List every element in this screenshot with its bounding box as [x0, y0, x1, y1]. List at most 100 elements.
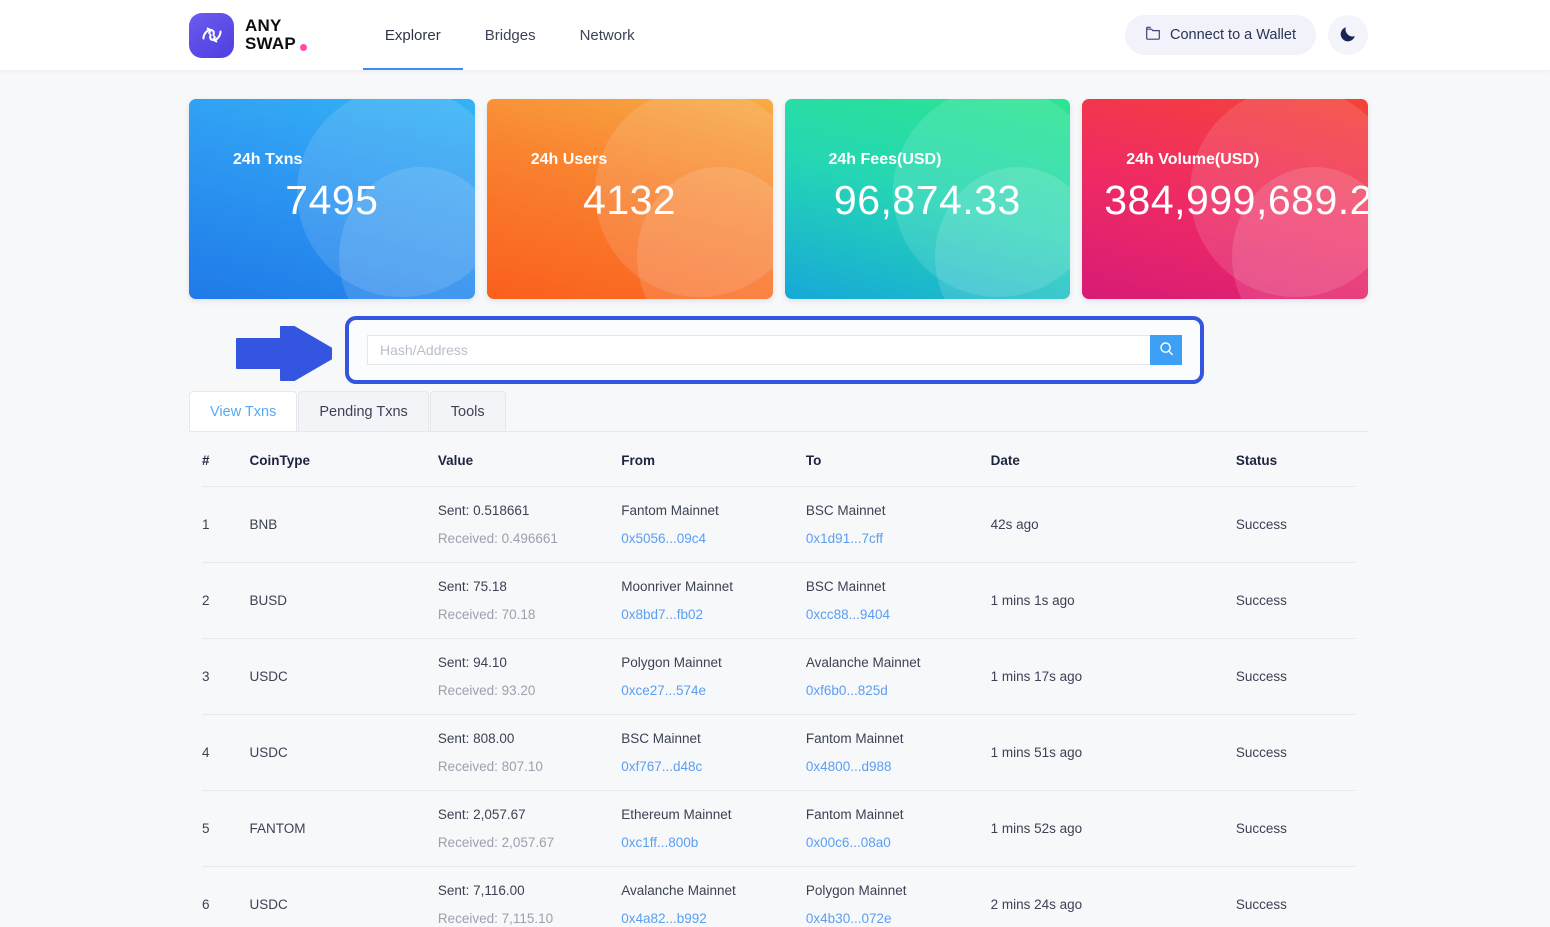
value-received: Received: 0.496661	[437, 531, 558, 546]
transactions-table-wrap: # CoinType Value From To Date Status 1 BN…	[189, 432, 1368, 927]
nav-item-network[interactable]: Network	[558, 0, 657, 70]
from-hash-link[interactable]: 0x8bd7...fb02	[621, 604, 806, 625]
tab-pending-txns[interactable]: Pending Txns	[298, 391, 429, 431]
app-header: ANY SWAP Explorer Bridges Network Connec…	[0, 0, 1550, 70]
connect-wallet-label: Connect to a Wallet	[1170, 27, 1296, 43]
stat-card-24h-volume: 24h Volume(USD) 384,999,689.22	[1082, 99, 1368, 299]
stat-value: 4132	[583, 177, 677, 223]
cell-cointype: BNB	[249, 486, 438, 563]
table-head: # CoinType Value From To Date Status	[202, 432, 1355, 487]
from-chain: BSC Mainnet	[621, 731, 701, 746]
to-hash-link[interactable]: 0x4800...d988	[806, 756, 991, 777]
cell-date: 1 mins 1s ago	[990, 562, 1236, 639]
search-row	[189, 310, 1368, 390]
from-hash-link[interactable]: 0xc1ff...800b	[621, 832, 806, 853]
table-row: 4 USDC Sent: 808.00 Received: 807.10 BSC Mai…	[202, 714, 1355, 791]
nav-item-explorer[interactable]: Explorer	[362, 0, 463, 70]
th-from: From	[621, 432, 806, 487]
to-chain: BSC Mainnet	[805, 579, 886, 594]
to-hash-link[interactable]: 0x00c6...08a0	[806, 832, 991, 853]
stat-label: 24h Fees(USD)	[828, 151, 942, 168]
cell-status: Success	[1235, 866, 1355, 927]
cell-from: Avalanche Mainnet 0x4a82...b992	[621, 866, 806, 927]
brand-line-1: ANY	[245, 16, 282, 35]
th-to: To	[805, 432, 991, 487]
th-value: Value	[437, 432, 622, 487]
theme-toggle-button[interactable]	[1328, 15, 1368, 55]
cell-cointype: BUSD	[249, 562, 438, 639]
value-received: Received: 70.18	[437, 607, 536, 622]
cell-index: 4	[202, 714, 250, 791]
cell-status: Success	[1235, 714, 1355, 791]
cell-value: Sent: 75.18 Received: 70.18	[437, 562, 622, 639]
th-status: Status	[1235, 432, 1355, 487]
search-input[interactable]	[367, 335, 1150, 365]
transactions-table: # CoinType Value From To Date Status 1 BN…	[202, 432, 1355, 927]
nav-label-explorer: Explorer	[384, 26, 441, 44]
th-cointype: CoinType	[249, 432, 438, 487]
right-arrow-annotation	[232, 322, 336, 385]
cell-index: 3	[202, 638, 250, 715]
value-sent: Sent: 2,057.67	[437, 807, 526, 822]
tab-view-txns[interactable]: View Txns	[189, 391, 298, 431]
nav-label-network: Network	[579, 26, 635, 44]
cell-to: Polygon Mainnet 0x4b30...072e	[805, 866, 991, 927]
cell-date: 1 mins 51s ago	[990, 714, 1236, 791]
table-row: 2 BUSD Sent: 75.18 Received: 70.18 Moonriver…	[202, 562, 1355, 639]
stat-card-24h-fees: 24h Fees(USD) 96,874.33	[784, 99, 1071, 299]
table-row: 5 FANTOM Sent: 2,057.67 Received: 2,057.67 E…	[202, 790, 1355, 867]
cell-date: 1 mins 17s ago	[990, 638, 1236, 715]
table-row: 3 USDC Sent: 94.10 Received: 93.20 Polygon M…	[202, 638, 1355, 715]
cell-date: 1 mins 52s ago	[990, 790, 1236, 867]
page-body: 24h Txns 7495 24h Users 4132 24h Fees(US…	[0, 99, 1550, 927]
from-chain: Ethereum Mainnet	[621, 807, 732, 822]
th-index: #	[202, 432, 250, 487]
moon-icon	[1338, 23, 1359, 47]
cell-value: Sent: 94.10 Received: 93.20	[437, 638, 622, 715]
cell-status: Success	[1235, 790, 1355, 867]
from-hash-link[interactable]: 0x5056...09c4	[621, 528, 806, 549]
cell-from: Ethereum Mainnet 0xc1ff...800b	[621, 790, 806, 867]
to-hash-link[interactable]: 0x4b30...072e	[806, 908, 991, 927]
search-highlight-box	[345, 316, 1204, 384]
cell-from: Fantom Mainnet 0x5056...09c4	[621, 486, 806, 563]
cell-to: BSC Mainnet 0x1d91...7cff	[805, 486, 991, 563]
table-header-row: # CoinType Value From To Date Status	[202, 432, 1355, 487]
table-row: 6 USDC Sent: 7,116.00 Received: 7,115.10 Ava…	[202, 866, 1355, 927]
cell-index: 6	[202, 866, 250, 927]
value-sent: Sent: 75.18	[437, 579, 507, 594]
cell-index: 2	[202, 562, 250, 639]
search-control	[367, 335, 1182, 365]
connect-wallet-button[interactable]: Connect to a Wallet	[1125, 15, 1316, 55]
cell-to: Fantom Mainnet 0x00c6...08a0	[805, 790, 991, 867]
cell-to: BSC Mainnet 0xcc88...9404	[805, 562, 991, 639]
cell-to: Fantom Mainnet 0x4800...d988	[805, 714, 991, 791]
nav-item-bridges[interactable]: Bridges	[463, 0, 558, 70]
th-date: Date	[990, 432, 1236, 487]
from-chain: Polygon Mainnet	[621, 655, 722, 670]
cell-cointype: USDC	[249, 714, 438, 791]
from-hash-link[interactable]: 0xce27...574e	[621, 680, 806, 701]
to-hash-link[interactable]: 0xcc88...9404	[806, 604, 991, 625]
value-sent: Sent: 808.00	[437, 731, 515, 746]
cell-cointype: USDC	[249, 638, 438, 715]
tab-label: View Txns	[210, 403, 277, 420]
from-hash-link[interactable]: 0xf767...d48c	[621, 756, 806, 777]
stat-label: 24h Volume(USD)	[1126, 151, 1260, 168]
stat-value: 384,999,689.22	[1104, 177, 1368, 223]
cell-cointype: FANTOM	[249, 790, 438, 867]
to-hash-link[interactable]: 0x1d91...7cff	[806, 528, 991, 549]
cell-index: 5	[202, 790, 250, 867]
cell-index: 1	[202, 486, 250, 563]
search-submit-button[interactable]	[1150, 335, 1182, 365]
value-received: Received: 7,115.10	[437, 911, 554, 926]
from-hash-link[interactable]: 0x4a82...b992	[621, 908, 806, 927]
stat-label: 24h Users	[530, 151, 608, 168]
cell-from: Moonriver Mainnet 0x8bd7...fb02	[621, 562, 806, 639]
cell-from: BSC Mainnet 0xf767...d48c	[621, 714, 806, 791]
swap-logo-icon	[189, 12, 234, 58]
tab-tools[interactable]: Tools	[429, 391, 506, 431]
brand-logo[interactable]: ANY SWAP	[189, 12, 307, 58]
to-hash-link[interactable]: 0xf6b0...825d	[806, 680, 991, 701]
to-chain: Avalanche Mainnet	[805, 655, 921, 670]
